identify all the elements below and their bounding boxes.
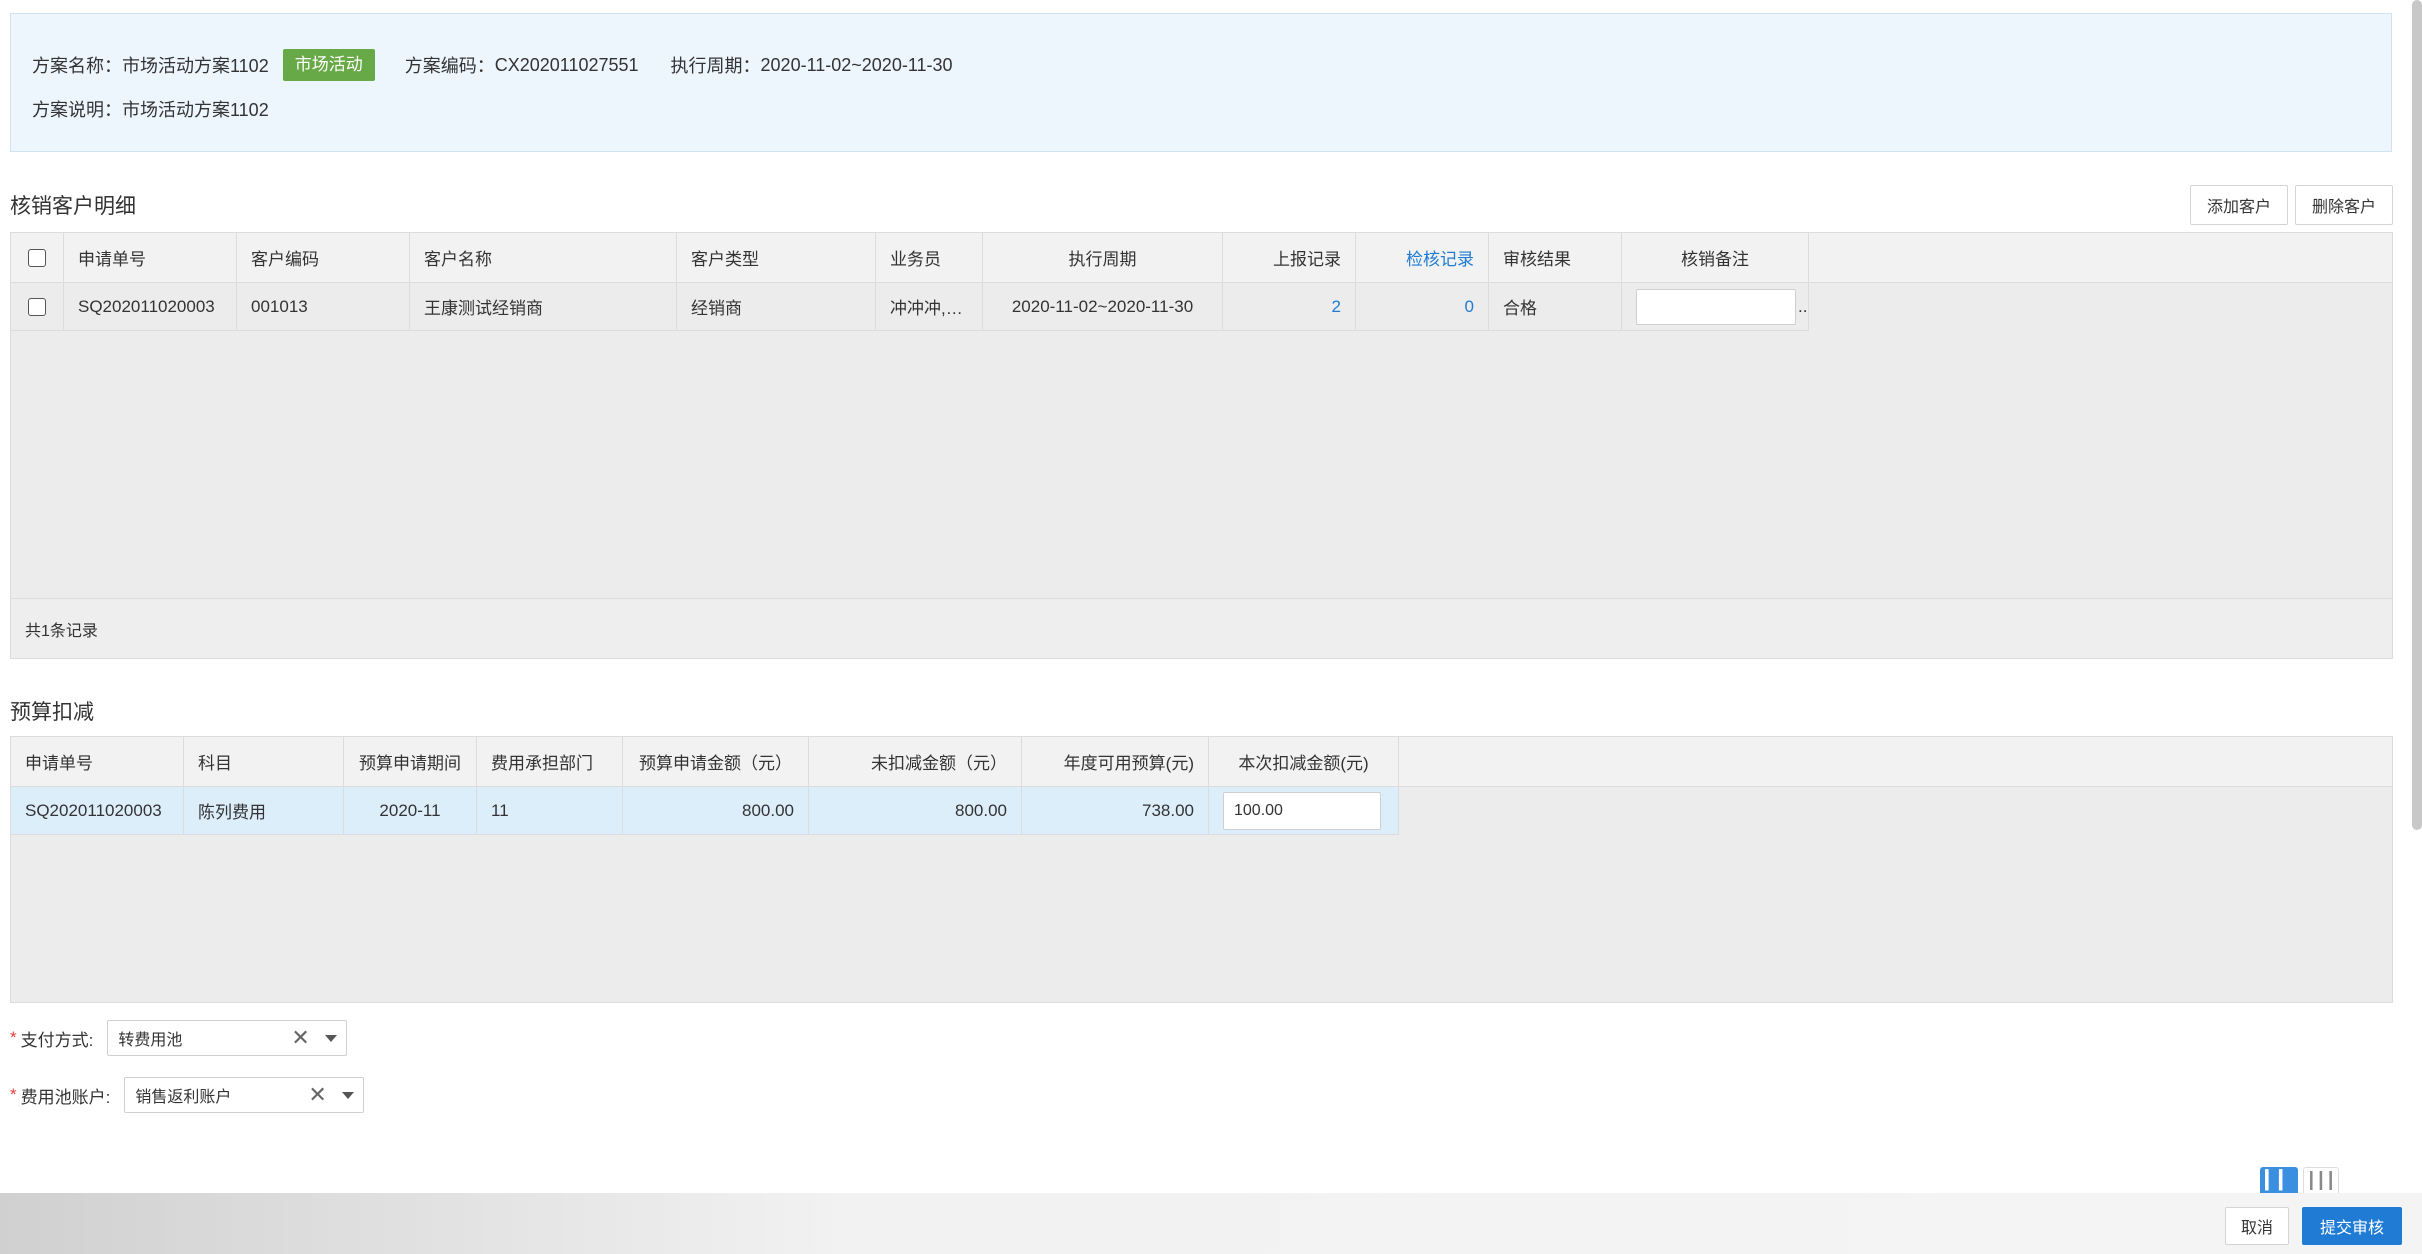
clear-icon[interactable]: ✕ [291, 1025, 309, 1051]
customers-table-header: 申请单号 客户编码 客户名称 客户类型 业务员 执行周期 上报记录 检核记录 审… [11, 233, 2392, 283]
vertical-scrollbar[interactable] [2412, 0, 2422, 1193]
cell-budget-subject: 陈列费用 [184, 787, 344, 834]
col-budget-deduct[interactable]: 本次扣减金额(元) [1209, 737, 1399, 786]
customers-table: 申请单号 客户编码 客户名称 客户类型 业务员 执行周期 上报记录 检核记录 审… [10, 232, 2393, 659]
col-audit-result[interactable]: 审核结果 [1489, 233, 1622, 282]
plan-code-value: CX202011027551 [494, 54, 639, 75]
col-budget-apply-amount[interactable]: 预算申请金额（元） [623, 737, 809, 786]
required-mark: * [10, 1085, 17, 1104]
plan-period-value: 2020-11-02~2020-11-30 [760, 54, 953, 75]
submit-review-button[interactable]: 提交审核 [2302, 1207, 2402, 1245]
cell-budget-period: 2020-11 [344, 787, 477, 834]
expense-pool-label: 费用池账户: [20, 1087, 111, 1107]
col-budget-apply-no[interactable]: 申请单号 [11, 737, 184, 786]
remark-input[interactable] [1636, 288, 1796, 325]
add-customer-button[interactable]: 添加客户 [2190, 185, 2288, 225]
chevron-down-icon[interactable] [342, 1092, 355, 1099]
cell-salesman: 冲冲冲,… [876, 283, 983, 330]
col-budget-dept[interactable]: 费用承担部门 [477, 737, 623, 786]
cell-customer-code: 001013 [237, 283, 410, 330]
payment-method-value: 转费用池 [118, 1032, 183, 1049]
cancel-button[interactable]: 取消 [2225, 1207, 2289, 1245]
plan-info-panel: 方案名称： 市场活动方案1102 市场活动 方案编码： CX2020110275… [10, 13, 2392, 152]
plan-info-line-2: 方案说明： 市场活动方案1102 [32, 96, 269, 122]
table-row[interactable]: SQ202011020003 陈列费用 2020-11 11 800.00 80… [11, 787, 1399, 835]
plan-type-tag: 市场活动 [282, 49, 375, 81]
expense-pool-value: 销售返利账户 [135, 1089, 232, 1106]
plan-name-value: 市场活动方案1102 [122, 56, 269, 76]
bottom-action-bar: 取消 提交审核 [0, 1193, 2422, 1254]
budget-table-header: 申请单号 科目 预算申请期间 费用承担部门 预算申请金额（元） 未扣减金额（元）… [11, 737, 2392, 787]
col-budget-period[interactable]: 预算申请期间 [344, 737, 477, 786]
cell-remark: .. [1622, 283, 1809, 330]
col-budget-available[interactable]: 年度可用预算(元) [1022, 737, 1209, 786]
check-records-link[interactable]: 0 [1356, 283, 1489, 330]
three-column-layout-icon[interactable]: ┃┃┃ [2303, 1167, 2339, 1193]
expense-pool-row: * 费用池账户: 销售返利账户 ✕ [10, 1077, 365, 1113]
two-column-layout-icon[interactable]: ▎▎ [2260, 1167, 2298, 1193]
customers-table-footer: 共1条记录 [11, 598, 2392, 658]
cell-audit-result: 合格 [1489, 283, 1622, 330]
plan-desc-value: 市场活动方案1102 [122, 100, 269, 120]
cell-budget-remaining: 800.00 [809, 787, 1022, 834]
required-mark: * [10, 1028, 17, 1047]
select-all-checkbox[interactable] [28, 248, 46, 267]
col-check-records[interactable]: 检核记录 [1356, 233, 1489, 282]
deduct-amount-input[interactable]: 100.00 [1223, 791, 1381, 830]
table-row[interactable]: SQ202011020003 001013 王康测试经销商 经销商 冲冲冲,… … [11, 283, 1809, 331]
col-customer-type[interactable]: 客户类型 [677, 233, 876, 282]
plan-code-label: 方案编码： [404, 56, 495, 76]
cell-budget-apply-no: SQ202011020003 [11, 787, 184, 834]
col-budget-subject[interactable]: 科目 [184, 737, 344, 786]
col-budget-remaining[interactable]: 未扣减金额（元） [809, 737, 1022, 786]
payment-method-label: 支付方式: [20, 1030, 94, 1050]
select-all-cell [11, 233, 64, 282]
col-salesman[interactable]: 业务员 [876, 233, 983, 282]
row-checkbox[interactable] [28, 297, 46, 316]
cell-customer-name: 王康测试经销商 [410, 283, 677, 330]
payment-method-row: * 支付方式: 转费用池 ✕ [10, 1020, 348, 1056]
col-customer-code[interactable]: 客户编码 [237, 233, 410, 282]
col-remark[interactable]: 核销备注 [1622, 233, 1809, 282]
budget-table: 申请单号 科目 预算申请期间 费用承担部门 预算申请金额（元） 未扣减金额（元）… [10, 736, 2393, 1003]
scrollbar-thumb[interactable] [2412, 0, 2422, 830]
cell-budget-available: 738.00 [1022, 787, 1209, 834]
plan-info-line-1: 方案名称： 市场活动方案1102 市场活动 方案编码： CX2020110275… [32, 49, 953, 81]
plan-name-label: 方案名称： [32, 56, 122, 76]
cell-apply-no: SQ202011020003 [64, 283, 237, 330]
payment-method-select[interactable]: 转费用池 ✕ [107, 1020, 348, 1056]
cell-budget-apply-amount: 800.00 [623, 787, 809, 834]
cell-budget-deduct: 100.00 [1209, 787, 1399, 834]
plan-desc-label: 方案说明： [32, 100, 122, 120]
col-apply-no[interactable]: 申请单号 [64, 233, 237, 282]
delete-customer-button[interactable]: 删除客户 [2295, 185, 2393, 225]
report-records-link[interactable]: 2 [1223, 283, 1356, 330]
cell-period: 2020-11-02~2020-11-30 [983, 283, 1223, 330]
col-report-records[interactable]: 上报记录 [1223, 233, 1356, 282]
plan-period-label: 执行周期： [670, 56, 761, 76]
customers-section-title: 核销客户明细 [10, 195, 136, 218]
budget-section-title: 预算扣减 [10, 701, 94, 724]
col-period[interactable]: 执行周期 [983, 233, 1223, 282]
cell-customer-type: 经销商 [677, 283, 876, 330]
clear-icon[interactable]: ✕ [308, 1082, 326, 1108]
chevron-down-icon[interactable] [325, 1035, 338, 1042]
cell-budget-dept: 11 [477, 787, 623, 834]
col-customer-name[interactable]: 客户名称 [410, 233, 677, 282]
remark-more: .. [1798, 296, 1808, 316]
expense-pool-select[interactable]: 销售返利账户 ✕ [124, 1077, 365, 1113]
row-select-cell [11, 283, 64, 330]
